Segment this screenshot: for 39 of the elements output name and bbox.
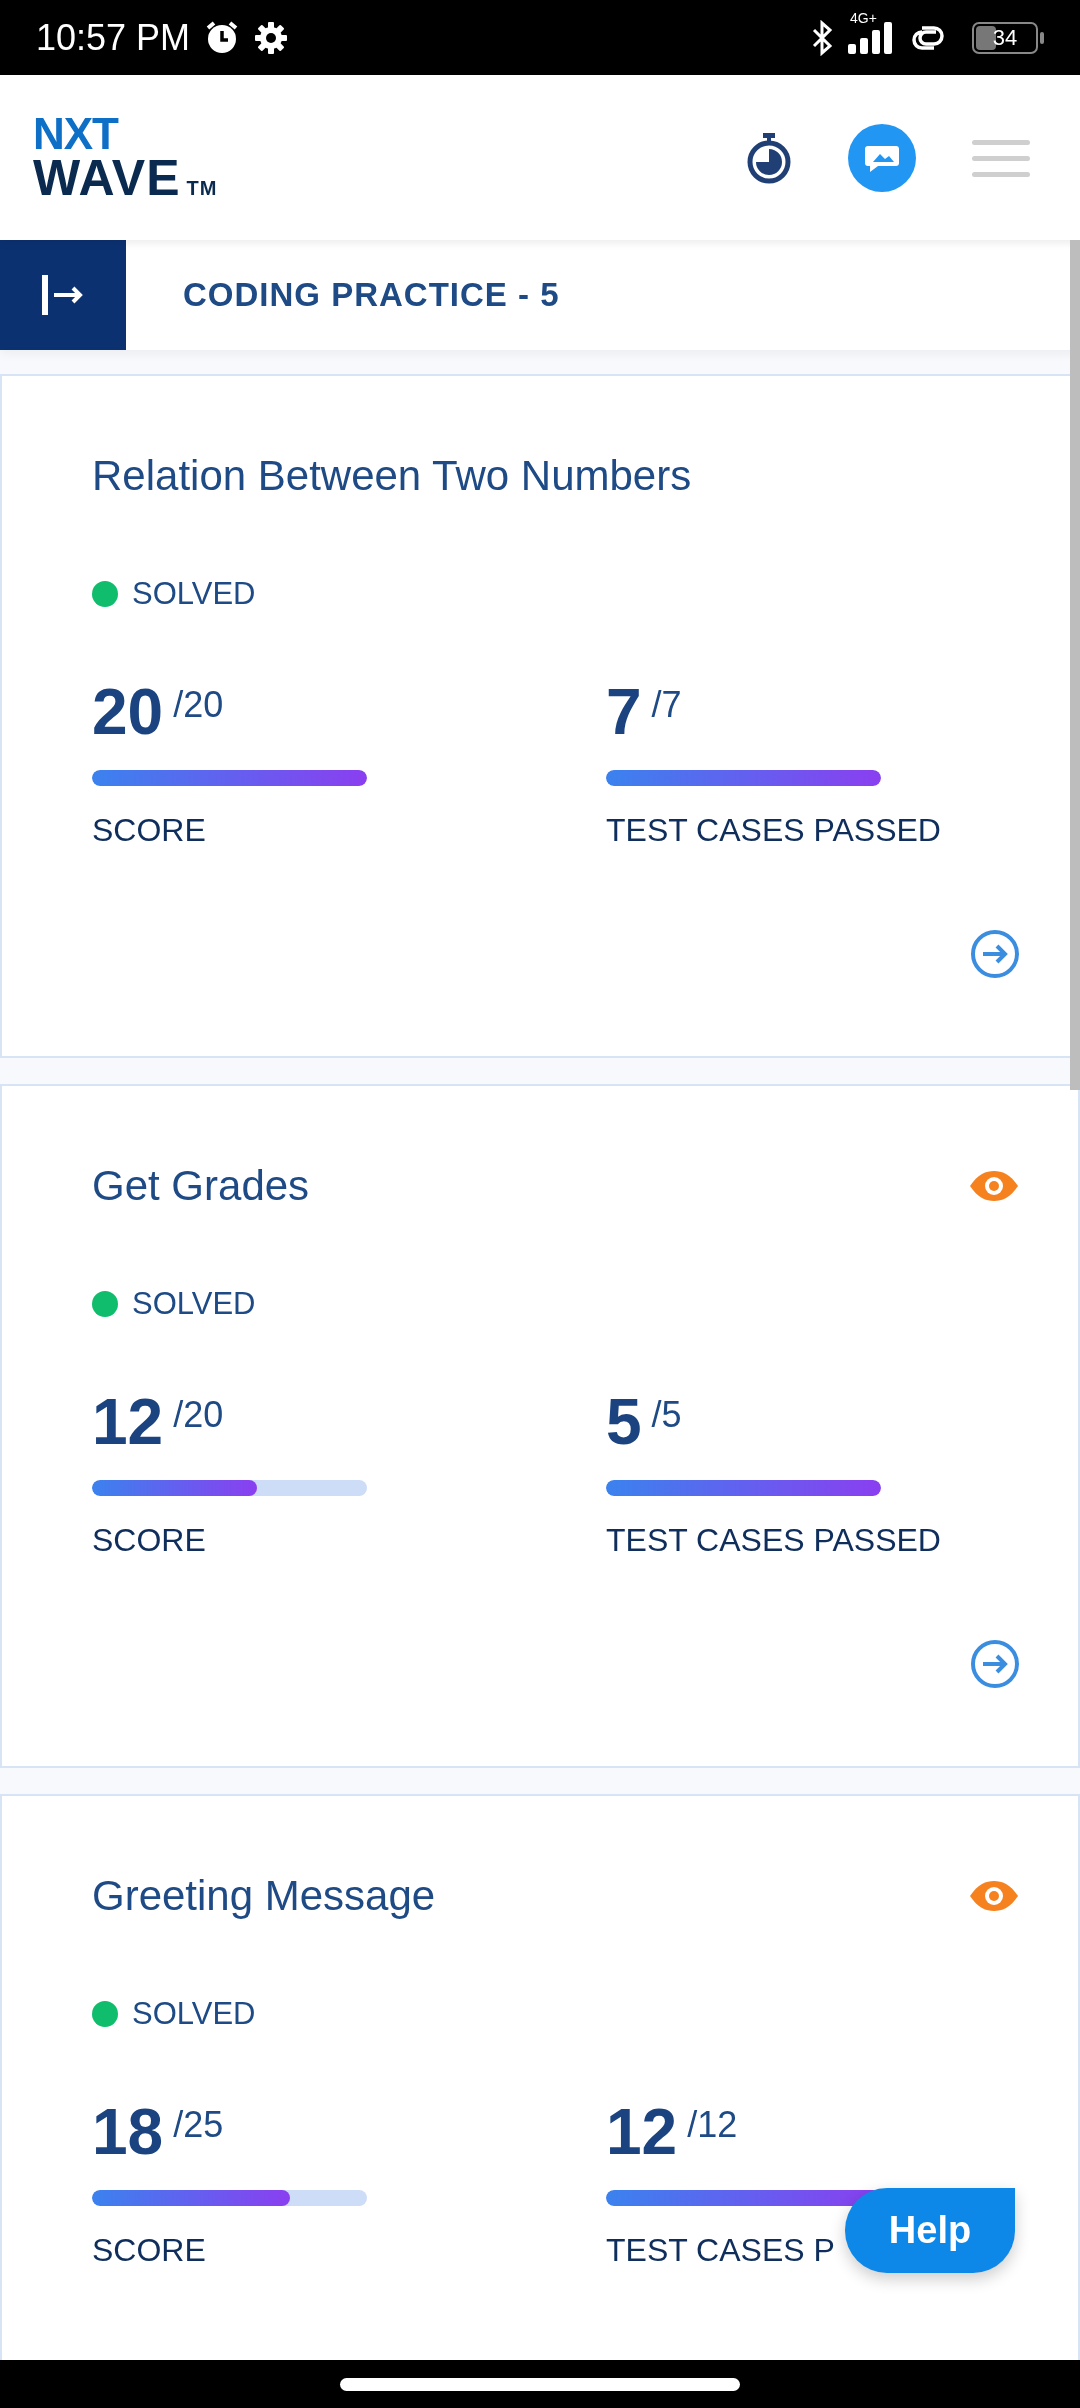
stat-label: TEST CASES PASSED bbox=[606, 811, 941, 850]
stat-total: /12 bbox=[687, 2104, 738, 2146]
stat-label: TEST CASES PASSED bbox=[606, 1521, 941, 1560]
stat-value: 18 bbox=[92, 2095, 164, 2169]
stat-value: 12 bbox=[606, 2095, 678, 2169]
practice-title: CODING PRACTICE - 5 bbox=[183, 276, 560, 314]
arrow-right-icon[interactable] bbox=[970, 929, 1020, 979]
question-title[interactable]: Relation Between Two Numbers bbox=[92, 452, 692, 500]
stat-total: /25 bbox=[173, 2104, 224, 2146]
stat-total: /7 bbox=[651, 684, 682, 726]
logo[interactable]: NXT WAVE TM bbox=[33, 112, 218, 203]
network-type: 4G+ bbox=[850, 9, 877, 26]
status-time: 10:57 PM bbox=[36, 16, 191, 59]
stat-total: /5 bbox=[651, 1394, 682, 1436]
stat-value: 20 bbox=[92, 675, 164, 749]
signal-icon bbox=[848, 21, 894, 54]
stopwatch-icon[interactable] bbox=[746, 131, 792, 184]
chat-icon[interactable] bbox=[848, 123, 916, 192]
stat-total: /20 bbox=[173, 684, 224, 726]
question-title[interactable]: Greeting Message bbox=[92, 1872, 436, 1920]
arrow-right-icon[interactable] bbox=[970, 1639, 1020, 1689]
status-label: SOLVED bbox=[132, 1286, 256, 1322]
stat-value: 5 bbox=[606, 1385, 642, 1459]
stat-label: SCORE bbox=[92, 811, 206, 850]
stat-label: TEST CASES P bbox=[606, 2231, 835, 2270]
question-title[interactable]: Get Grades bbox=[92, 1162, 310, 1210]
bluetooth-icon bbox=[810, 19, 834, 56]
stat-total: /20 bbox=[173, 1394, 224, 1436]
stat-label: SCORE bbox=[92, 1521, 206, 1560]
stat-value: 12 bbox=[92, 1385, 164, 1459]
home-indicator[interactable] bbox=[340, 2377, 740, 2391]
stat-label: SCORE bbox=[92, 2231, 206, 2270]
expand-sidebar-button[interactable] bbox=[0, 240, 126, 350]
stat-value: 7 bbox=[606, 675, 642, 749]
status-label: SOLVED bbox=[132, 1996, 256, 2032]
status-label: SOLVED bbox=[132, 576, 256, 612]
scrollbar[interactable] bbox=[1070, 240, 1080, 1090]
settings-icon bbox=[254, 20, 289, 55]
help-button[interactable]: Help bbox=[845, 2188, 1015, 2273]
